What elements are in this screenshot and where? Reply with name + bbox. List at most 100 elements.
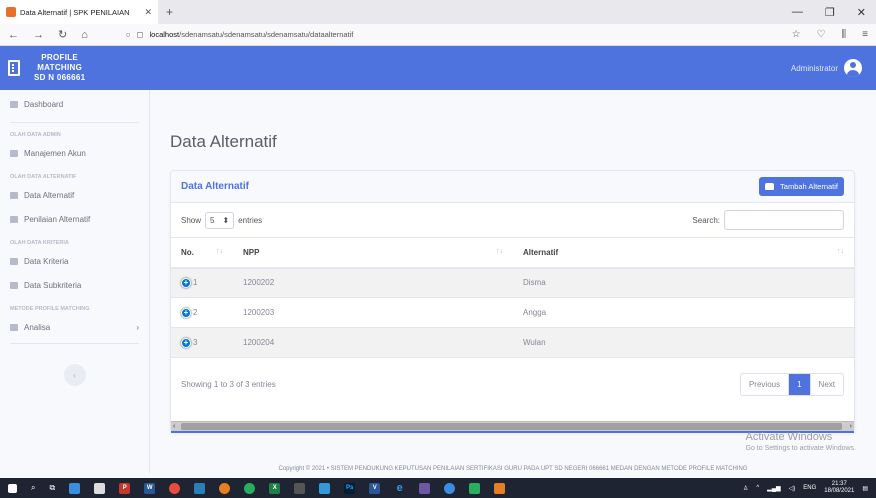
main-content: Data Alternatif Data Alternatif Tambah A… — [150, 90, 876, 473]
opera-icon[interactable] — [169, 482, 181, 494]
explorer-icon[interactable] — [69, 482, 81, 494]
brand-line: PROFILE — [41, 53, 79, 62]
next-button[interactable]: Next — [811, 374, 843, 395]
snipping-icon[interactable] — [319, 482, 331, 494]
column-header-no[interactable]: No. ↑↓ — [171, 237, 233, 269]
page-1-button[interactable]: 1 — [789, 373, 811, 395]
tray-chevron-icon[interactable]: ^ — [756, 485, 759, 491]
visio-icon[interactable]: V — [369, 482, 381, 494]
expand-icon[interactable]: + — [181, 277, 191, 288]
page-icon: ▢ — [136, 30, 144, 39]
table-row: +3 1200204 Wulan — [171, 327, 854, 358]
sort-icon: ↑↓ — [216, 248, 223, 255]
system-tray: ♙ ^ ▂▄▆ ◁) ENG 21:37 18/08/2021 ▤ — [743, 481, 868, 495]
table-footer: Showing 1 to 3 of 3 entries Previous 1 N… — [171, 358, 854, 410]
sidebar-item-dashboard[interactable]: Dashboard — [10, 90, 139, 118]
horizontal-scrollbar[interactable]: ‹ › — [171, 421, 854, 433]
sidebar-heading: OLAH DATA KRITERIA — [10, 240, 69, 246]
close-tab-icon[interactable]: ✕ — [144, 7, 152, 18]
sidebar-heading: OLAH DATA ADMIN — [10, 132, 61, 138]
sidebar-item-label: Data Kriteria — [24, 256, 69, 266]
app-icon[interactable] — [469, 482, 481, 494]
pocket-icon[interactable]: ♡ — [817, 29, 826, 40]
table-header-row: No. ↑↓ NPP ↑↓ Alternatif ↑↓ — [171, 237, 854, 269]
no-value: 2 — [193, 307, 198, 317]
expand-icon[interactable]: + — [181, 337, 191, 348]
app-icon[interactable] — [444, 482, 456, 494]
maximize-icon[interactable]: ❐ — [825, 6, 835, 19]
browser-tab[interactable]: Data Alternatif | SPK PENILAIAN ✕ — [0, 0, 158, 24]
sidebar-item-data-kriteria[interactable]: Data Kriteria — [10, 249, 139, 273]
watermark-title: Activate Windows — [745, 431, 833, 443]
sidebar-toggle-button[interactable]: ‹ — [63, 364, 86, 386]
scroll-left-icon[interactable]: ‹ — [173, 423, 175, 430]
user-menu[interactable]: Administrator — [791, 59, 876, 77]
app-icon[interactable] — [194, 482, 206, 494]
bookmark-star-icon[interactable]: ☆ — [792, 29, 801, 40]
reload-icon[interactable]: ↻ — [58, 28, 67, 41]
divider — [10, 122, 139, 123]
cell-no[interactable]: +2 — [171, 297, 233, 328]
library-icon[interactable]: ⫼ — [842, 29, 847, 40]
photoshop-icon[interactable]: Ps — [344, 482, 356, 494]
user-edit-icon — [10, 215, 18, 223]
add-alternatif-button[interactable]: Tambah Alternatif — [759, 177, 844, 196]
cell-alternatif: Wulan — [513, 327, 854, 358]
task-view-icon[interactable]: ⧉ — [49, 483, 55, 493]
forward-icon[interactable]: → — [33, 29, 44, 41]
new-tab-button[interactable]: + — [166, 5, 173, 19]
notification-icon[interactable]: ▤ — [862, 485, 868, 492]
store-icon[interactable] — [94, 482, 106, 494]
close-window-icon[interactable]: ✕ — [857, 6, 866, 19]
powerpoint-icon[interactable]: P — [119, 482, 131, 494]
column-label: NPP — [243, 247, 260, 257]
windows-start-icon[interactable] — [8, 483, 17, 493]
firefox-icon[interactable] — [219, 482, 231, 494]
home-icon[interactable]: ⌂ — [81, 29, 88, 41]
cell-no[interactable]: +1 — [171, 267, 233, 298]
address-bar[interactable]: ○ ▢ localhost/sdenamsatu/sdenamsatu/sden… — [126, 30, 778, 39]
app-icon[interactable] — [494, 482, 506, 494]
sidebar-item-label: Manajemen Akun — [24, 148, 86, 158]
search-input[interactable] — [724, 210, 844, 230]
clock[interactable]: 21:37 18/08/2021 — [824, 481, 854, 495]
word-icon[interactable]: W — [144, 482, 156, 494]
edge-icon[interactable]: e — [394, 482, 405, 494]
back-icon[interactable]: ← — [8, 29, 19, 41]
expand-icon[interactable]: + — [181, 307, 191, 318]
watermark-subtitle: Go to Settings to activate Windows. — [745, 445, 857, 452]
people-icon[interactable]: ♙ — [743, 485, 748, 492]
sidebar-item-label: Data Subkriteria — [24, 280, 82, 290]
brand-text: PROFILE MATCHING SD N 066661 — [34, 53, 85, 83]
language-indicator[interactable]: ENG — [803, 485, 816, 491]
chrome-icon[interactable] — [244, 482, 256, 494]
scrollbar-thumb[interactable] — [181, 423, 842, 430]
brand[interactable]: PROFILE MATCHING SD N 066661 — [0, 53, 150, 83]
sidebar-item-manajemen-akun[interactable]: Manajemen Akun — [10, 141, 139, 165]
sidebar-item-analisa[interactable]: Analisa › — [10, 315, 139, 339]
cell-no[interactable]: +3 — [171, 327, 233, 358]
sidebar-item-penilaian-alternatif[interactable]: Penilaian Alternatif — [10, 207, 139, 231]
volume-icon[interactable]: ◁) — [789, 485, 796, 492]
table-row: +1 1200202 Disma — [171, 267, 854, 298]
url-host: localhost — [149, 30, 180, 39]
search-icon[interactable]: ⌕ — [31, 483, 35, 493]
sidebar-item-data-alternatif[interactable]: Data Alternatif — [10, 183, 139, 207]
entries-select[interactable]: 5 ⬍ — [205, 211, 235, 229]
scroll-right-icon[interactable]: › — [850, 423, 852, 430]
sidebar-item-label: Data Alternatif — [24, 190, 75, 200]
minimize-icon[interactable]: — — [792, 6, 803, 19]
sidebar-heading: METODE PROFILE MATCHING — [10, 306, 90, 312]
column-header-npp[interactable]: NPP ↑↓ — [233, 237, 513, 269]
menu-icon[interactable]: ≡ — [862, 29, 868, 40]
network-icon[interactable]: ▂▄▆ — [767, 485, 780, 492]
excel-icon[interactable]: X — [269, 482, 281, 494]
divider — [10, 343, 139, 344]
app-icon[interactable] — [419, 482, 431, 494]
column-header-alternatif[interactable]: Alternatif ↑↓ — [513, 237, 854, 269]
sidebar-item-label: Penilaian Alternatif — [24, 214, 91, 224]
app-icon[interactable] — [294, 482, 306, 494]
previous-button[interactable]: Previous — [741, 373, 790, 395]
sidebar-item-data-subkriteria[interactable]: Data Subkriteria — [10, 273, 139, 297]
select-arrow-icon: ⬍ — [222, 215, 230, 225]
